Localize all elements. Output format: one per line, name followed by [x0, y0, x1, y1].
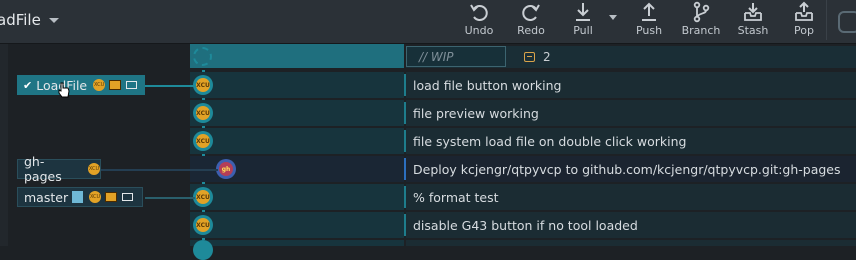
user-avatar-icon: XCU [88, 163, 100, 175]
toolbar-divider [826, 0, 827, 40]
row-marker [404, 74, 406, 96]
undo-label: Undo [464, 24, 494, 37]
commit-avatar-icon[interactable]: gh [216, 159, 236, 179]
commit-avatar-icon[interactable]: XCU [193, 131, 213, 151]
branch-connector [100, 169, 218, 171]
local-computer-icon [126, 81, 138, 89]
user-avatar-icon: XCU [93, 79, 106, 91]
row-marker [404, 158, 406, 180]
branch-tag-label: master [24, 189, 69, 205]
hand-cursor-icon [58, 82, 70, 98]
graph-row-bg [190, 184, 404, 210]
redo-icon [522, 4, 540, 21]
commit-message: % format test [413, 190, 499, 205]
branch-tag-label: gh-pages [24, 154, 62, 184]
remote-avatar-icon [72, 191, 84, 203]
stash-label: Stash [737, 24, 769, 37]
commit-avatar-icon[interactable]: XCU [193, 187, 213, 207]
pull-label: Pull [573, 24, 593, 37]
branch-label: Branch [681, 24, 721, 37]
push-button[interactable]: Push [631, 0, 667, 40]
branch-tag-current[interactable]: ✔ LoadFile XCU [17, 75, 145, 95]
pull-icon [576, 3, 590, 21]
left-panel-edge [0, 44, 8, 246]
current-branch-name: adFile [0, 11, 41, 29]
terminal-icon[interactable] [838, 11, 856, 33]
row-marker [404, 130, 406, 152]
local-computer-icon [122, 193, 134, 201]
wip-node-icon [193, 47, 212, 66]
wip-message-input[interactable]: // WIP [406, 46, 506, 67]
redo-label: Redo [517, 24, 545, 37]
pop-label: Pop [794, 24, 814, 37]
github-avatar-icon [105, 192, 118, 202]
graph-row-bg [190, 72, 404, 98]
branch-tag-master[interactable]: master XCU [17, 187, 143, 207]
push-icon [642, 2, 656, 21]
commit-avatar-icon[interactable]: XCU [193, 75, 213, 95]
graph-row-bg [190, 128, 404, 154]
redo-button[interactable]: Redo [514, 0, 548, 40]
stash-icon [744, 3, 762, 21]
commit-avatar-icon[interactable]: XCU [193, 215, 213, 235]
branch-icon [693, 1, 710, 23]
user-avatar-icon: XCU [89, 191, 102, 203]
branch-button[interactable]: Branch [681, 0, 721, 40]
commit-message: disable G43 button if no tool loaded [413, 218, 638, 233]
wip-file-count: 2 [516, 50, 551, 64]
branch-connector [145, 85, 195, 87]
pop-button[interactable]: Pop [788, 0, 820, 40]
graph-row-bg [190, 240, 404, 246]
pull-options-chevron-icon[interactable] [609, 15, 617, 20]
commit-row[interactable] [406, 240, 856, 246]
graph-wip-lane [190, 44, 404, 68]
current-branch-selector[interactable]: adFile [0, 0, 68, 40]
chevron-down-icon [48, 17, 59, 23]
row-marker [404, 214, 406, 236]
stash-button[interactable]: Stash [734, 0, 772, 40]
row-marker [404, 102, 406, 124]
commit-avatar-icon [193, 240, 213, 260]
commit-message: file preview working [413, 106, 539, 121]
wip-label: // WIP [419, 49, 454, 64]
toolbar: adFile Undo Redo Pull Push Branch Stash … [0, 0, 856, 44]
push-label: Push [635, 24, 663, 37]
checkmark-icon: ✔ [23, 78, 33, 92]
github-avatar-icon [109, 80, 122, 90]
wip-file-count-value: 2 [543, 50, 551, 64]
undo-button[interactable]: Undo [462, 0, 496, 40]
commit-message: Deploy kcjengr/qtpyvcp to github.com/kcj… [413, 162, 841, 177]
commit-message: file system load file on double click wo… [413, 134, 687, 149]
row-marker [404, 186, 406, 208]
pop-icon [795, 1, 813, 21]
pull-button[interactable]: Pull [566, 0, 600, 40]
graph-row-bg [190, 212, 404, 238]
commit-avatar-icon[interactable]: XCU [193, 103, 213, 123]
graph-row-bg [190, 100, 404, 126]
undo-icon [470, 4, 488, 21]
branch-connector [145, 197, 195, 199]
branch-tag-gh-pages[interactable]: gh-pages XCU [17, 154, 101, 184]
file-changes-icon [524, 52, 535, 62]
commit-message: load file button working [413, 78, 562, 93]
